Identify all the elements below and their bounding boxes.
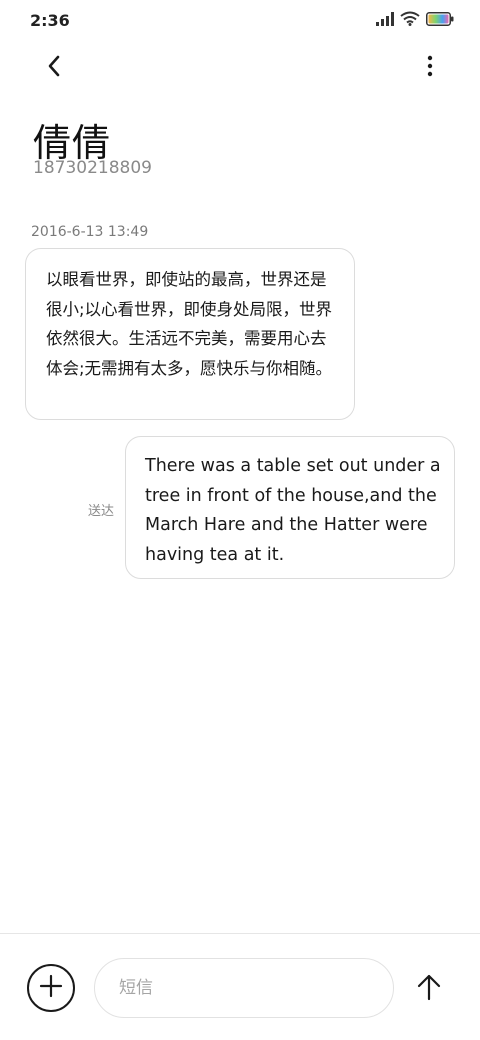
status-icons (376, 11, 454, 30)
outgoing-message-bubble[interactable]: There was a table set out under a tree i… (125, 436, 455, 579)
message-input[interactable] (94, 958, 394, 1018)
contact-number: 18730218809 (33, 158, 152, 178)
signal-icon (376, 11, 394, 30)
more-vertical-icon (427, 55, 433, 81)
message-text: There was a table set out under a tree i… (145, 456, 441, 565)
nav-bar (0, 48, 480, 88)
arrow-up-icon (416, 973, 442, 1005)
plus-icon (39, 974, 63, 1002)
message-timestamp: 2016-6-13 13:49 (31, 224, 149, 240)
wifi-icon (400, 11, 420, 30)
send-button[interactable] (412, 972, 446, 1006)
composer (0, 933, 480, 1040)
status-bar: 2:36 (0, 0, 480, 40)
chevron-left-icon (46, 54, 62, 82)
battery-icon (426, 11, 454, 30)
delivery-status: 送达 (88, 504, 115, 519)
incoming-message-bubble[interactable]: 以眼看世界，即使站的最高，世界还是很小;以心看世界，即使身处局限，世界依然很大。… (25, 248, 355, 420)
more-options-button[interactable] (418, 52, 442, 84)
message-text: 以眼看世界，即使站的最高，世界还是很小;以心看世界，即使身处局限，世界依然很大。… (46, 270, 333, 378)
status-time: 2:36 (30, 11, 70, 30)
add-attachment-button[interactable] (27, 964, 75, 1012)
back-button[interactable] (38, 52, 70, 84)
